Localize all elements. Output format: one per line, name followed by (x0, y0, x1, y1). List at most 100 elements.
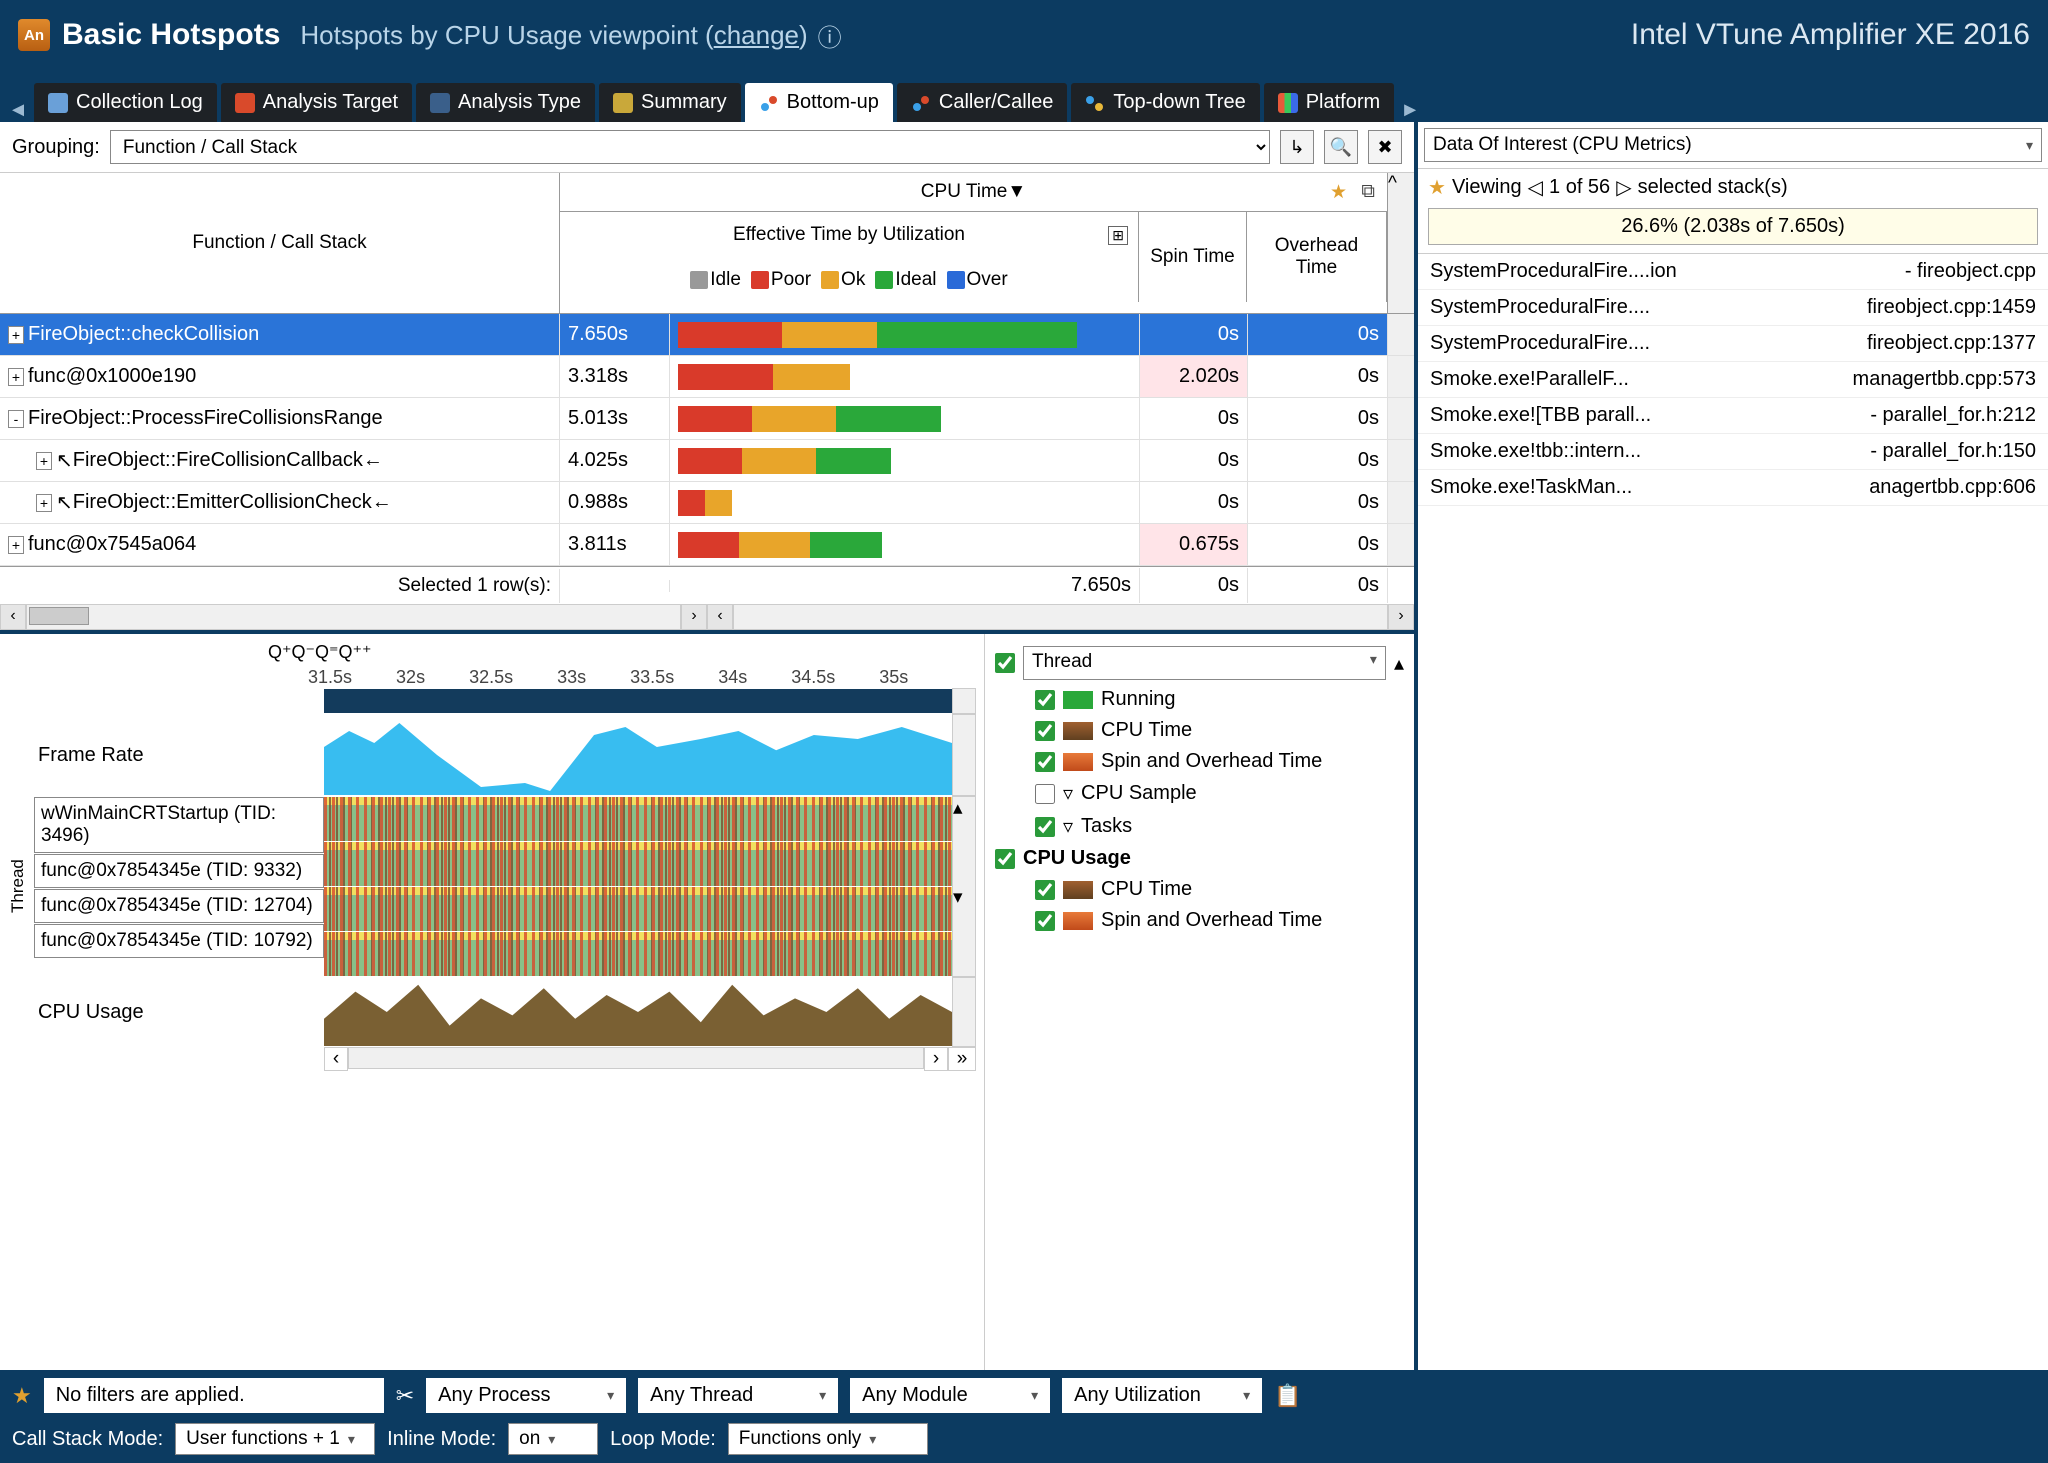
table-row[interactable]: +↖ FireObject::FireCollisionCallback←4.0… (0, 440, 1414, 482)
hscroll-track-data[interactable] (733, 604, 1388, 630)
timeline-hscroll-right[interactable]: › (924, 1047, 948, 1071)
call-stack-mode-select[interactable]: User functions + 1▾ (175, 1423, 375, 1455)
hscroll2-left-icon[interactable]: ‹ (707, 604, 733, 630)
display-toggle-checkbox[interactable] (1035, 784, 1055, 804)
active-filters-box[interactable]: No filters are applied. (44, 1378, 384, 1413)
overhead-time-value: 0s (1248, 314, 1388, 355)
thread-label[interactable]: func@0x7854345e (TID: 9332) (34, 854, 324, 888)
data-of-interest-select[interactable]: Data Of Interest (CPU Metrics)▾ (1424, 128, 2042, 162)
stack-frame-row[interactable]: Smoke.exe!tbb::intern...- parallel_for.h… (1418, 434, 2048, 470)
timeline-hscroll-left[interactable]: ‹ (324, 1047, 348, 1071)
stack-frame-row[interactable]: SystemProceduralFire....fireobject.cpp:1… (1418, 326, 2048, 362)
expand-toggle[interactable]: + (8, 326, 24, 344)
process-filter[interactable]: Any Process▾ (426, 1378, 626, 1413)
expand-toggle[interactable]: + (8, 536, 24, 554)
copy-filters-icon[interactable]: 📋 (1274, 1383, 1301, 1409)
hscroll-right-icon[interactable]: › (681, 604, 707, 630)
stack-frame-row[interactable]: SystemProceduralFire....fireobject.cpp:1… (1418, 290, 2048, 326)
table-row[interactable]: +↖ FireObject::EmitterCollisionCheck←0.9… (0, 482, 1414, 524)
viewpoint-subtitle: Hotspots by CPU Usage viewpoint (change) (300, 20, 807, 51)
col-function-header[interactable]: Function / Call Stack (0, 173, 560, 313)
timeline-vscroll[interactable]: ▴▾ (952, 796, 976, 977)
inline-mode-select[interactable]: on▾ (508, 1423, 598, 1455)
cpu-usage-track[interactable] (324, 978, 952, 1046)
loop-mode-label: Loop Mode: (610, 1428, 716, 1451)
display-toggle-row: Running (995, 684, 1404, 715)
next-stack-icon[interactable]: ▷ (1616, 175, 1631, 200)
tabs-next-icon[interactable]: ► (1398, 99, 1422, 122)
hierarchy-button[interactable]: ↳ (1280, 130, 1314, 164)
thread-label[interactable]: func@0x7854345e (TID: 10792) (34, 924, 324, 958)
stack-frame-row[interactable]: Smoke.exe![TBB parall...- parallel_for.h… (1418, 398, 2048, 434)
thread-group-select[interactable]: Thread▾ (1023, 646, 1386, 680)
scroll-up-icon[interactable]: ▴ (1394, 651, 1404, 676)
tab-platform[interactable]: Platform (1264, 83, 1394, 122)
thread-group-checkbox[interactable] (995, 653, 1015, 673)
expand-toggle[interactable]: + (8, 368, 24, 386)
change-viewpoint-link[interactable]: change (714, 20, 799, 50)
table-row[interactable]: +FireObject::checkCollision7.650s0s0s (0, 314, 1414, 356)
zoom-tools[interactable]: Q⁺Q⁻Q⁼Q⁺⁺ (268, 642, 372, 663)
tab-caller-callee[interactable]: Caller/Callee (897, 83, 1068, 122)
stack-frame-row[interactable]: Smoke.exe!ParallelF...managertbb.cpp:573 (1418, 362, 2048, 398)
utilization-bar (678, 322, 1077, 348)
frame-rate-track[interactable] (324, 715, 952, 795)
timeline-hscroll-track[interactable] (348, 1047, 924, 1069)
thread-track[interactable] (324, 932, 952, 976)
stack-contribution-bar: 26.6% (2.038s of 7.650s) (1428, 208, 2038, 245)
prev-stack-icon[interactable]: ◁ (1528, 175, 1543, 200)
tab-collection-log[interactable]: Collection Log (34, 83, 217, 122)
filter-star-icon[interactable]: ★ (12, 1383, 32, 1409)
display-toggle-checkbox[interactable] (1035, 911, 1055, 931)
expand-toggle[interactable]: - (8, 410, 24, 428)
cpu-usage-group-checkbox[interactable] (995, 849, 1015, 869)
tab-top-down-tree[interactable]: Top-down Tree (1071, 83, 1259, 122)
stack-frame-row[interactable]: Smoke.exe!TaskMan...anagertbb.cpp:606 (1418, 470, 2048, 506)
thread-track[interactable] (324, 797, 952, 841)
timeline-navigator[interactable] (324, 689, 952, 713)
col-effective-header[interactable]: Effective Time by Utilization⊞ (560, 212, 1138, 258)
stack-pane: Data Of Interest (CPU Metrics)▾ ★ Viewin… (1418, 122, 2048, 1370)
help-icon[interactable]: ⓘ (818, 18, 842, 53)
col-cpu-time-header[interactable]: CPU Time▼ ★ ⧉ (560, 173, 1387, 211)
hscroll-left-icon[interactable]: ‹ (0, 604, 26, 630)
thread-track[interactable] (324, 887, 952, 931)
module-filter[interactable]: Any Module▾ (850, 1378, 1050, 1413)
search-button[interactable]: 🔍 (1324, 130, 1358, 164)
display-toggle-label: Running (1101, 688, 1176, 711)
tab-analysis-target[interactable]: Analysis Target (221, 83, 412, 122)
display-toggle-checkbox[interactable] (1035, 690, 1055, 710)
thread-label[interactable]: func@0x7854345e (TID: 12704) (34, 889, 324, 923)
table-row[interactable]: +func@0x7545a0643.811s0.675s0s (0, 524, 1414, 566)
tab-summary[interactable]: Summary (599, 83, 741, 122)
star-icon[interactable]: ★ (1330, 181, 1347, 204)
display-toggle-checkbox[interactable] (1035, 880, 1055, 900)
col-overhead-header[interactable]: Overhead Time (1247, 212, 1387, 302)
tab-analysis-type[interactable]: Analysis Type (416, 83, 595, 122)
hscroll-track-func[interactable] (26, 604, 681, 630)
loop-mode-select[interactable]: Functions only▾ (728, 1423, 928, 1455)
expand-effective-icon[interactable]: ⊞ (1108, 226, 1128, 245)
expand-toggle[interactable]: + (36, 494, 52, 512)
hscroll2-right-icon[interactable]: › (1388, 604, 1414, 630)
tab-bottom-up[interactable]: Bottom-up (745, 83, 893, 122)
col-spin-header[interactable]: Spin Time (1139, 212, 1247, 302)
expand-toggle[interactable]: + (36, 452, 52, 470)
display-toggle-checkbox[interactable] (1035, 752, 1055, 772)
table-row[interactable]: -FireObject::ProcessFireCollisionsRange5… (0, 398, 1414, 440)
grouping-select[interactable]: Function / Call Stack (110, 130, 1270, 164)
settings-button[interactable]: ✖ (1368, 130, 1402, 164)
thread-track[interactable] (324, 842, 952, 886)
display-toggle-checkbox[interactable] (1035, 817, 1055, 837)
clear-filters-icon[interactable]: ✂ (396, 1383, 414, 1409)
tabs-prev-icon[interactable]: ◄ (6, 99, 30, 122)
utilization-filter[interactable]: Any Utilization▾ (1062, 1378, 1262, 1413)
collapse-icon[interactable]: ⧉ (1361, 181, 1375, 203)
cpu-time-value: 5.013s (560, 398, 670, 439)
timeline-hscroll-end[interactable]: » (948, 1047, 976, 1071)
stack-frame-row[interactable]: SystemProceduralFire....ion- fireobject.… (1418, 254, 2048, 290)
thread-filter[interactable]: Any Thread▾ (638, 1378, 838, 1413)
thread-label[interactable]: wWinMainCRTStartup (TID: 3496) (34, 797, 324, 853)
table-row[interactable]: +func@0x1000e1903.318s2.020s0s (0, 356, 1414, 398)
display-toggle-checkbox[interactable] (1035, 721, 1055, 741)
